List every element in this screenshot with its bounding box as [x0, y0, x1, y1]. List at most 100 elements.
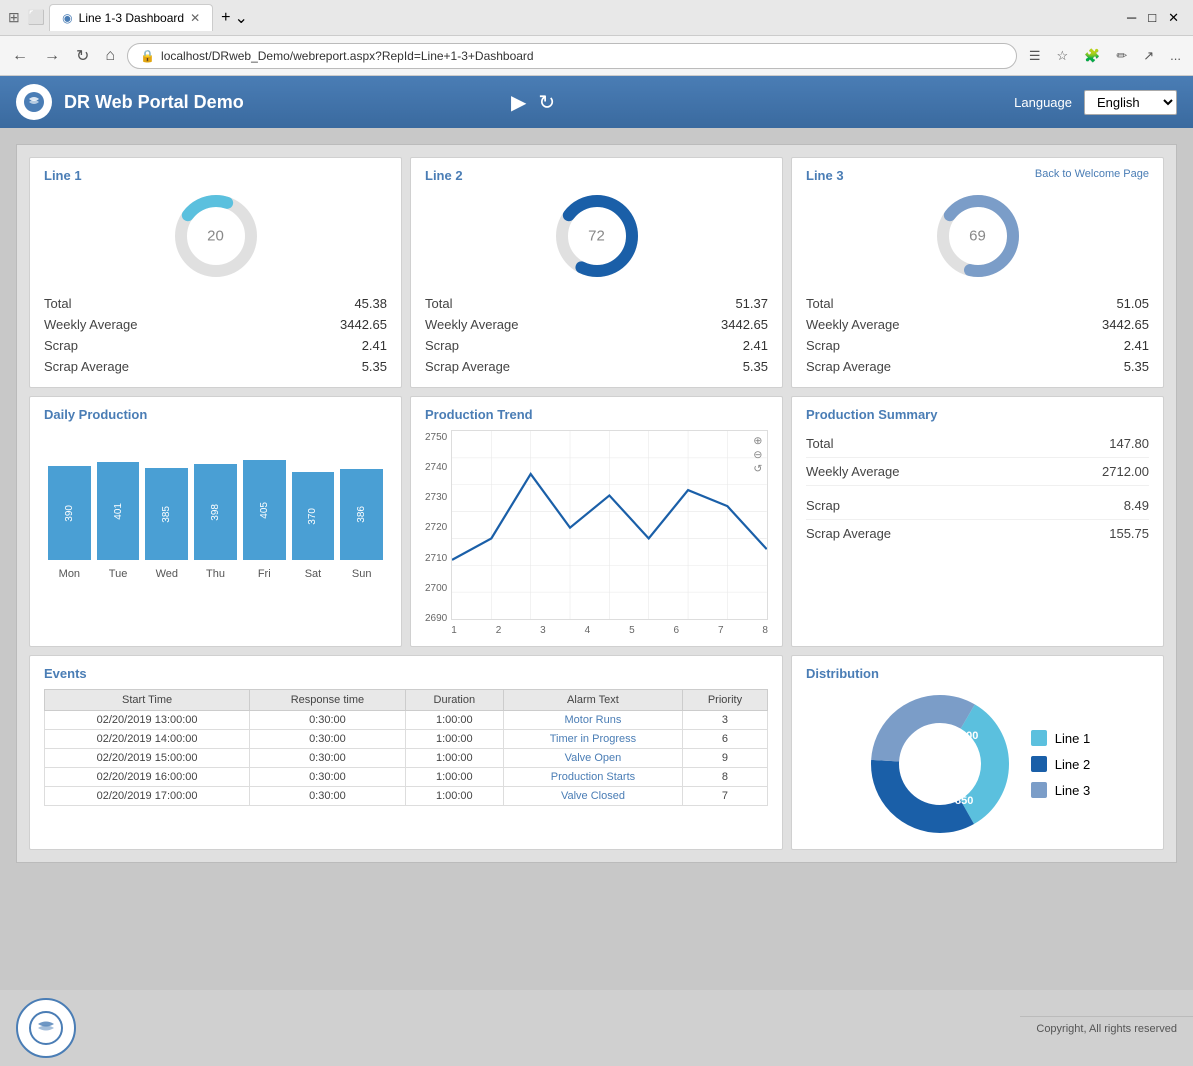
address-bar[interactable]: 🔒 localhost/DRweb_Demo/webreport.aspx?Re… — [127, 43, 1017, 69]
table-cell-alarm[interactable]: Valve Closed — [503, 787, 682, 806]
bar-value: 370 — [307, 508, 318, 525]
summary-total-value: 147.80 — [1109, 436, 1149, 451]
bar-labels: MonTueWedThuFriSatSun — [44, 564, 387, 580]
table-row: 02/20/2019 16:00:000:30:001:00:00Product… — [45, 768, 768, 787]
table-cell-alarm[interactable]: Motor Runs — [503, 711, 682, 730]
line2-scrap-avg-row: Scrap Average 5.35 — [425, 356, 768, 377]
bar: 385 — [145, 468, 188, 560]
line1-scrap-row: Scrap 2.41 — [44, 335, 387, 356]
back-to-welcome-link[interactable]: Back to Welcome Page — [1035, 168, 1149, 180]
tab-list-btn[interactable]: ⌄ — [234, 8, 247, 28]
legend-line3-dot — [1031, 782, 1047, 798]
bar: 390 — [48, 466, 91, 560]
bar-label: Wed — [145, 564, 188, 580]
maximize-btn[interactable]: □ — [1148, 10, 1156, 25]
line1-scrap-avg-row: Scrap Average 5.35 — [44, 356, 387, 377]
line3-weekly-row: Weekly Average 3442.65 — [806, 314, 1149, 335]
play-btn[interactable]: ▶ — [511, 90, 526, 115]
line1-total-label: Total — [44, 296, 71, 311]
daily-production-card: Daily Production 390401385398405370386 M… — [29, 396, 402, 647]
language-label: Language — [1014, 95, 1072, 110]
bar-value: 386 — [356, 506, 367, 523]
distribution-card: Distribution 870 900 850 — [791, 655, 1164, 850]
bar-value: 385 — [161, 506, 172, 523]
bar-col: 385 — [145, 468, 188, 560]
table-cell-duration: 1:00:00 — [405, 768, 503, 787]
svg-text:⊕: ⊕ — [754, 435, 763, 447]
app-title: DR Web Portal Demo — [64, 92, 499, 113]
tab-icon: ⬜ — [28, 9, 45, 26]
tab-close-icon[interactable]: ✕ — [190, 11, 200, 25]
col-duration: Duration — [405, 690, 503, 711]
svg-text:850: 850 — [955, 795, 973, 807]
legend-line1: Line 1 — [1031, 730, 1090, 746]
line1-weekly-label: Weekly Average — [44, 317, 137, 332]
production-trend-card: Production Trend 2750 2740 2730 2720 271… — [410, 396, 783, 647]
summary-weekly-value: 2712.00 — [1102, 464, 1149, 479]
bookmark-btn[interactable]: ☆ — [1053, 44, 1073, 68]
forward-btn[interactable]: → — [40, 43, 64, 69]
events-card: Events Start Time Response time Duration… — [29, 655, 783, 850]
events-title: Events — [44, 666, 768, 681]
footer-logo-wrap — [16, 998, 76, 1058]
distribution-title: Distribution — [806, 666, 1149, 681]
table-cell-alarm[interactable]: Timer in Progress — [503, 730, 682, 749]
close-btn[interactable]: ✕ — [1168, 10, 1179, 26]
summary-total-row: Total 147.80 — [806, 430, 1149, 458]
line3-card: Line 3 Back to Welcome Page 69 Total 51.… — [791, 157, 1164, 388]
table-cell-start: 02/20/2019 13:00:00 — [45, 711, 250, 730]
minimize-btn[interactable]: ─ — [1127, 10, 1136, 25]
share-btn[interactable]: ↗ — [1139, 44, 1158, 68]
extensions-btn[interactable]: 🧩 — [1080, 44, 1104, 68]
refresh-btn[interactable]: ↻ — [72, 42, 93, 70]
browser-titlebar: ⊞ ⬜ ◉ Line 1-3 Dashboard ✕ + ⌄ ─ □ ✕ — [0, 0, 1193, 36]
browser-tab[interactable]: ◉ Line 1-3 Dashboard ✕ — [49, 4, 213, 31]
line2-scrap-row: Scrap 2.41 — [425, 335, 768, 356]
reader-btn[interactable]: ☰ — [1025, 44, 1045, 68]
line3-scrap-avg-row: Scrap Average 5.35 — [806, 356, 1149, 377]
line2-card: Line 2 72 Total 51.37 Weekly Average 344… — [410, 157, 783, 388]
line1-title: Line 1 — [44, 168, 387, 183]
table-cell-response: 0:30:00 — [250, 730, 406, 749]
bar-col: 390 — [48, 466, 91, 560]
line2-weekly-row: Weekly Average 3442.65 — [425, 314, 768, 335]
bar-label: Tue — [97, 564, 140, 580]
line2-weekly-value: 3442.65 — [721, 317, 768, 332]
col-start-time: Start Time — [45, 690, 250, 711]
table-row: 02/20/2019 15:00:000:30:001:00:00Valve O… — [45, 749, 768, 768]
annotation-btn[interactable]: ✏ — [1112, 44, 1131, 68]
window-icon: ⊞ — [8, 9, 20, 26]
y-axis: 2750 2740 2730 2720 2710 2700 2690 — [425, 430, 451, 636]
bar-label: Fri — [243, 564, 286, 580]
legend-line2: Line 2 — [1031, 756, 1090, 772]
legend-line1-label: Line 1 — [1055, 731, 1090, 746]
line1-donut-container: 20 — [44, 191, 387, 281]
home-btn[interactable]: ⌂ — [101, 43, 119, 69]
line2-scrap-value: 2.41 — [743, 338, 768, 353]
table-cell-priority: 7 — [682, 787, 767, 806]
line3-scrap-label: Scrap — [806, 338, 840, 353]
table-cell-alarm[interactable]: Production Starts — [503, 768, 682, 787]
address-icon: 🔒 — [140, 49, 155, 63]
refresh-app-btn[interactable]: ↻ — [538, 90, 555, 115]
table-cell-priority: 6 — [682, 730, 767, 749]
table-cell-alarm[interactable]: Valve Open — [503, 749, 682, 768]
table-row: 02/20/2019 13:00:000:30:001:00:00Motor R… — [45, 711, 768, 730]
more-btn[interactable]: ... — [1166, 44, 1185, 67]
new-tab-btn[interactable]: + — [221, 9, 230, 27]
summary-scrap-value: 8.49 — [1124, 498, 1149, 513]
events-table: Start Time Response time Duration Alarm … — [44, 689, 768, 806]
table-cell-response: 0:30:00 — [250, 749, 406, 768]
bar-label: Mon — [48, 564, 91, 580]
address-text: localhost/DRweb_Demo/webreport.aspx?RepI… — [161, 49, 534, 63]
line1-scrap-value: 2.41 — [362, 338, 387, 353]
distribution-legend: Line 1 Line 2 Line 3 — [1031, 730, 1090, 798]
table-cell-priority: 9 — [682, 749, 767, 768]
line1-scrap-label: Scrap — [44, 338, 78, 353]
production-trend-title: Production Trend — [425, 407, 768, 422]
table-cell-priority: 8 — [682, 768, 767, 787]
back-btn[interactable]: ← — [8, 43, 32, 69]
svg-text:900: 900 — [960, 730, 978, 742]
summary-scrap-avg-row: Scrap Average 155.75 — [806, 520, 1149, 547]
language-select[interactable]: English — [1084, 90, 1177, 115]
